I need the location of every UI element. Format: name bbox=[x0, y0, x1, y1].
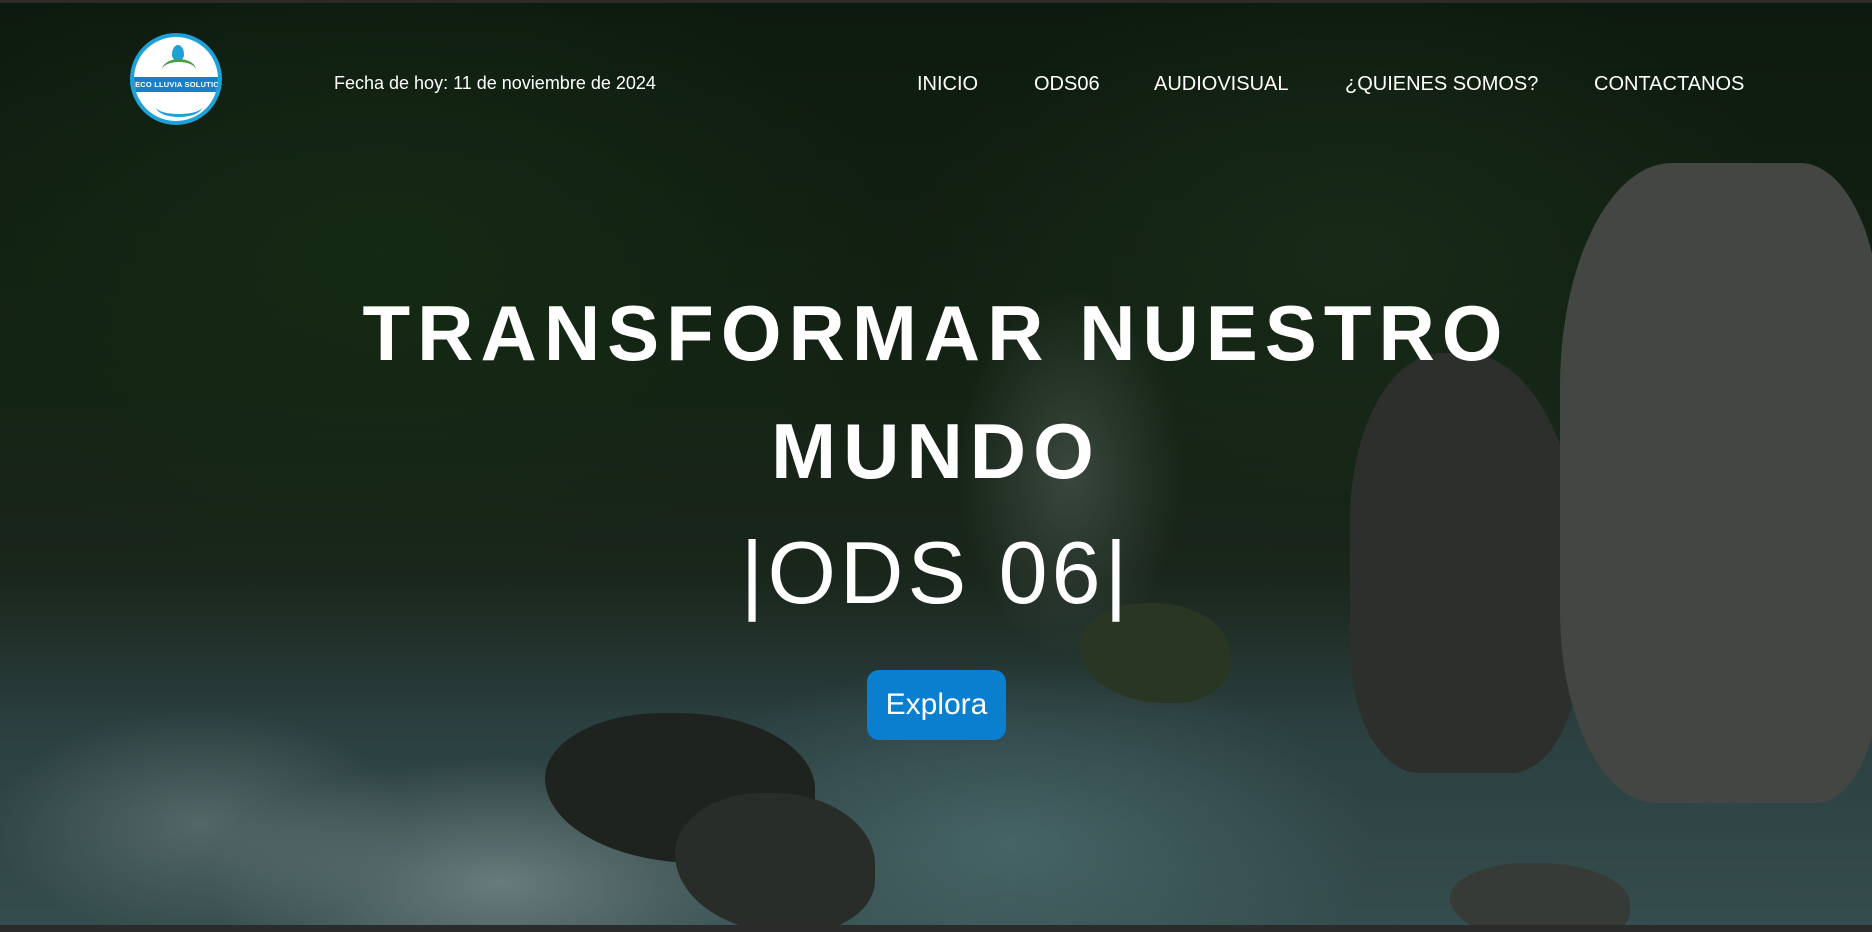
nav-item-audiovisual[interactable]: AUDIOVISUAL bbox=[1154, 73, 1288, 96]
hero-subtitle: |ODS 06| bbox=[740, 523, 1132, 622]
current-date: Fecha de hoy: 11 de noviembre de 2024 bbox=[334, 73, 656, 93]
hero-title-line1: TRANSFORMAR NUESTRO bbox=[362, 289, 1510, 377]
nav-item-contactanos[interactable]: CONTACTANOS bbox=[1594, 73, 1744, 96]
roots-icon bbox=[156, 97, 202, 117]
hero-section: ECO LLUVIA SOLUTION Fecha de hoy: 11 de … bbox=[0, 3, 1872, 925]
logo-text: ECO LLUVIA SOLUTION bbox=[134, 77, 218, 92]
nav-item-inicio[interactable]: INICIO bbox=[917, 73, 978, 96]
hero-title-line2: MUNDO bbox=[771, 407, 1101, 495]
nav-item-quienes-somos[interactable]: ¿QUIENES SOMOS? bbox=[1345, 73, 1538, 96]
site-logo[interactable]: ECO LLUVIA SOLUTION bbox=[130, 33, 222, 125]
explora-button[interactable]: Explora bbox=[867, 670, 1006, 740]
nav-item-ods06[interactable]: ODS06 bbox=[1034, 73, 1100, 96]
